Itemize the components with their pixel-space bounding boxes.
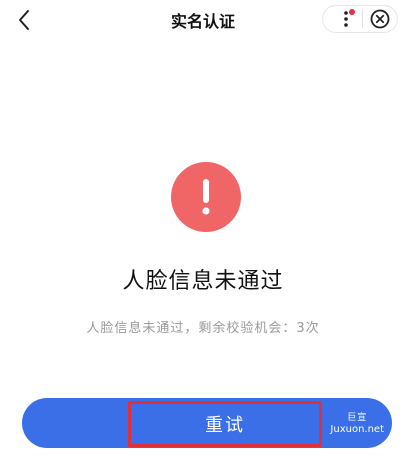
alert-exclamation-icon bbox=[202, 179, 210, 215]
close-button[interactable] bbox=[369, 8, 391, 30]
status-alert bbox=[171, 162, 241, 232]
watermark-line1: 巨宣 bbox=[347, 413, 368, 423]
retry-button-label: 重试 bbox=[205, 415, 245, 436]
notification-dot bbox=[349, 9, 355, 15]
retry-highlight-box: 重试 bbox=[128, 401, 322, 447]
header-bar: 实名认证 bbox=[0, 0, 406, 40]
status-title: 人脸信息未通过 bbox=[122, 269, 284, 294]
close-circle-icon bbox=[370, 9, 390, 29]
status-description: 人脸信息未通过，剩余校验机会：3次 bbox=[86, 321, 320, 336]
more-vertical-icon bbox=[344, 11, 348, 27]
watermark-line2: Juxuon.net bbox=[330, 423, 384, 435]
mini-program-capsule bbox=[322, 5, 398, 33]
watermark: 巨宣 Juxuon.net bbox=[330, 413, 384, 435]
capsule-divider bbox=[361, 10, 363, 28]
more-button[interactable] bbox=[337, 8, 355, 30]
verification-screen: 实名认证 人脸信息未通过 人脸信息未通过，剩余校验机会：3次 重试 巨宣 Jux… bbox=[0, 0, 406, 464]
